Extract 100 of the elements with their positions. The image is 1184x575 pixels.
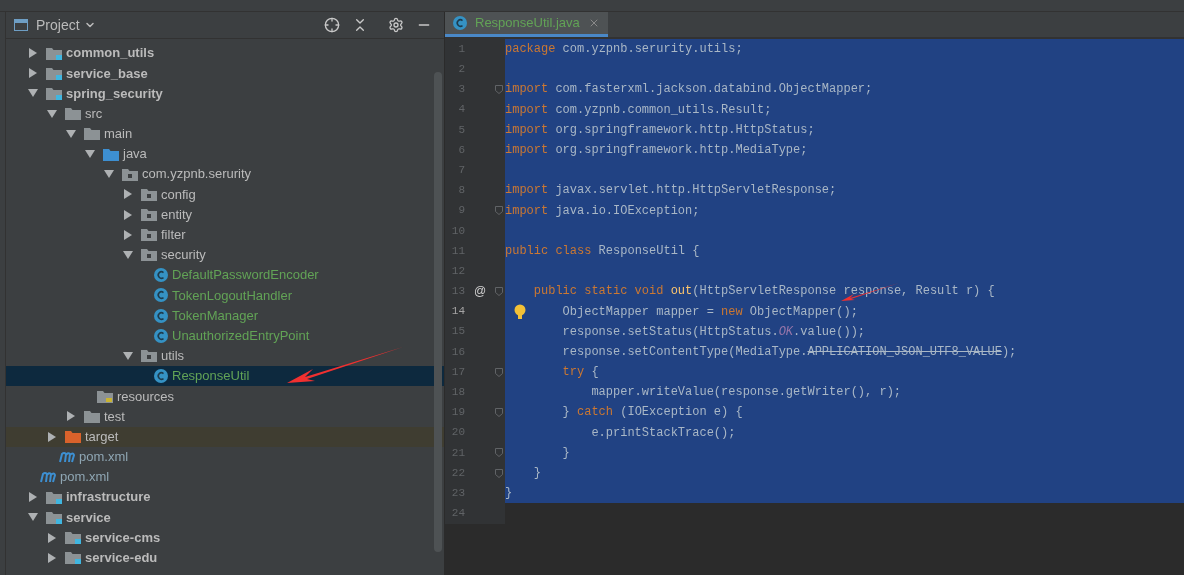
tree-item[interactable]: pom.xml <box>6 446 444 467</box>
tree-item[interactable]: ResponseUtil <box>6 366 444 387</box>
fold-marker-icon[interactable] <box>495 407 503 417</box>
tree-item[interactable]: resources <box>6 386 444 407</box>
collapse-arrow-icon[interactable] <box>28 512 38 523</box>
collapse-arrow-icon[interactable] <box>66 128 76 139</box>
tree-item[interactable]: com.yzpnb.serurity <box>6 164 444 185</box>
folder-icon <box>84 409 100 423</box>
collapse-arrow-icon[interactable] <box>104 169 114 180</box>
package-icon <box>141 248 157 262</box>
tree-item[interactable]: service <box>6 507 444 528</box>
folder-icon <box>65 551 81 565</box>
fold-marker-icon[interactable] <box>495 206 503 216</box>
class-icon <box>154 308 168 323</box>
folder-icon <box>46 86 62 100</box>
expand-arrow-icon[interactable] <box>47 532 57 543</box>
tree-item[interactable]: security <box>6 244 444 266</box>
expand-arrow-icon[interactable] <box>47 431 57 442</box>
tree-item[interactable]: common_utils <box>6 43 444 64</box>
class-icon <box>154 369 168 384</box>
tree-item[interactable]: service_base <box>6 63 444 84</box>
folder-icon <box>46 66 62 80</box>
project-view-dropdown[interactable]: Project <box>36 14 96 36</box>
collapse-arrow-icon[interactable] <box>123 249 133 260</box>
expand-arrow-icon[interactable] <box>28 492 38 503</box>
tree-item[interactable]: java <box>6 143 444 165</box>
package-icon <box>141 228 157 242</box>
tree-item-label: utils <box>161 347 185 366</box>
tree-item[interactable]: TokenLogoutHandler <box>6 285 444 306</box>
tree-item[interactable]: spring_security <box>6 83 444 104</box>
tree-item[interactable]: UnauthorizedEntryPoint <box>6 325 444 346</box>
tree-item[interactable]: TokenManager <box>6 305 444 326</box>
folder-icon <box>103 147 119 161</box>
tree-item[interactable]: DefaultPasswordEncoder <box>6 265 444 286</box>
tree-item-label: entity <box>161 205 193 224</box>
collapse-arrow-icon[interactable] <box>123 350 133 361</box>
collapse-arrow-icon[interactable] <box>28 88 38 99</box>
tree-item-label: UnauthorizedEntryPoint <box>172 326 310 345</box>
tree-item-label: test <box>104 407 125 426</box>
line-number: 14 <box>450 304 465 320</box>
settings-icon[interactable] <box>388 17 404 33</box>
folder-icon <box>46 510 62 524</box>
tree-item[interactable]: target <box>6 426 444 447</box>
tree-item-label: security <box>161 246 206 265</box>
tree-item[interactable]: filter <box>6 224 444 245</box>
tree-item-label: DefaultPasswordEncoder <box>172 266 319 285</box>
tree-item[interactable]: service-cms <box>6 527 444 548</box>
folder-icon <box>65 107 81 121</box>
panel-icon <box>14 19 28 31</box>
expand-arrow-icon[interactable] <box>123 209 133 220</box>
folder-icon <box>97 389 113 403</box>
tree-item-label: service-cms <box>85 528 161 547</box>
expand-arrow-icon[interactable] <box>28 68 38 79</box>
tree-item-label: java <box>123 145 147 164</box>
package-icon <box>141 349 157 363</box>
tree-item-label: infrastructure <box>66 488 151 507</box>
tree-item[interactable]: src <box>6 103 444 124</box>
tree-item[interactable]: pom.xml <box>6 466 444 488</box>
expand-arrow-icon[interactable] <box>123 229 133 240</box>
maven-file-icon <box>40 471 56 484</box>
tree-item-label: service <box>66 508 111 527</box>
tree-item[interactable]: config <box>6 184 444 205</box>
tree-item[interactable]: utils <box>6 345 444 366</box>
tree-item-label: TokenManager <box>172 306 258 325</box>
tree-item-label: pom.xml <box>79 448 129 467</box>
package-icon <box>141 208 157 222</box>
class-icon <box>453 16 467 30</box>
lightbulb-icon[interactable] <box>514 303 526 320</box>
override-marker[interactable]: @ <box>474 282 487 301</box>
fold-marker-icon[interactable] <box>495 84 503 94</box>
tree-item[interactable]: main <box>6 123 444 144</box>
expand-arrow-icon[interactable] <box>123 189 133 200</box>
folder-icon <box>65 430 81 444</box>
collapse-arrow-icon[interactable] <box>47 108 57 119</box>
class-icon <box>154 268 168 283</box>
tree-item-label: config <box>161 185 196 204</box>
tree-item-label: target <box>85 427 119 446</box>
tree-item-label: pom.xml <box>60 468 110 487</box>
fold-marker-icon[interactable] <box>495 468 503 478</box>
tree-item[interactable]: infrastructure <box>6 487 444 508</box>
tree-item[interactable]: entity <box>6 204 444 225</box>
expand-arrow-icon[interactable] <box>28 48 38 59</box>
scrollbar-thumb[interactable] <box>434 72 442 552</box>
tree-item-label: service_base <box>66 64 148 83</box>
class-icon <box>154 288 168 303</box>
expand-arrow-icon[interactable] <box>66 411 76 422</box>
tree-item-label: src <box>85 104 103 123</box>
folder-icon <box>84 127 100 141</box>
collapse-arrow-icon[interactable] <box>85 149 95 160</box>
tree-item[interactable]: service-edu <box>6 547 444 568</box>
package-icon <box>122 167 138 181</box>
fold-marker-icon[interactable] <box>495 448 503 458</box>
package-icon <box>141 187 157 201</box>
locate-icon[interactable] <box>324 17 340 33</box>
expand-arrow-icon[interactable] <box>47 552 57 563</box>
fold-marker-icon[interactable] <box>495 286 503 296</box>
maven-file-icon <box>59 450 75 463</box>
tree-item-label: common_utils <box>66 44 155 63</box>
tree-item[interactable]: test <box>6 406 444 427</box>
fold-marker-icon[interactable] <box>495 367 503 377</box>
